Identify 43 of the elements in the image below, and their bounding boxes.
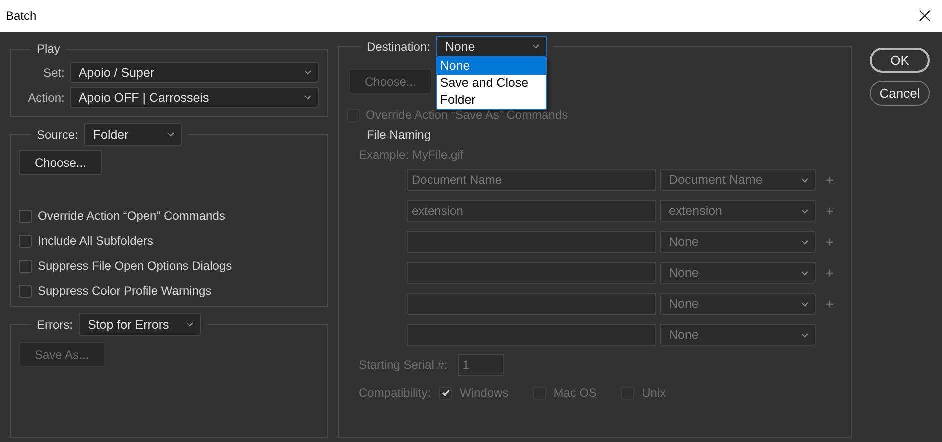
checkbox-label: Unix bbox=[642, 386, 666, 400]
checkbox[interactable] bbox=[19, 284, 32, 298]
action-dropdown[interactable]: Apoio OFF | Carrosseis bbox=[70, 87, 319, 108]
choose-button[interactable]: Choose... bbox=[19, 150, 102, 175]
chevron-down-icon bbox=[801, 302, 809, 306]
chevron-down-icon bbox=[801, 332, 809, 338]
source-dropdown[interactable]: Folder bbox=[84, 123, 182, 146]
checkmark-icon bbox=[440, 388, 451, 398]
chevron-down-icon bbox=[304, 70, 312, 75]
action-label: Action: bbox=[27, 90, 65, 104]
section-title: File Naming bbox=[367, 128, 432, 142]
compatibility-label: Compatibility: bbox=[359, 386, 432, 400]
chevron-down-icon bbox=[186, 322, 194, 327]
chevron-down-icon bbox=[801, 208, 809, 214]
dialog-button[interactable]: OK bbox=[870, 48, 930, 73]
set-dropdown[interactable]: Apoio / Super bbox=[70, 62, 319, 83]
chevron-down-icon bbox=[304, 95, 312, 100]
close-icon[interactable] bbox=[919, 10, 931, 22]
set-label: Set: bbox=[42, 66, 65, 80]
checkbox-label: Windows bbox=[460, 386, 509, 400]
errors-label: Errors: bbox=[37, 318, 73, 332]
chevron-down-icon bbox=[532, 44, 540, 49]
window-title: Batch bbox=[6, 9, 37, 23]
chevron-down-icon bbox=[801, 178, 809, 182]
example-text: Example: MyFile.gif bbox=[359, 148, 465, 162]
checkbox[interactable] bbox=[19, 210, 32, 222]
checkbox-label: Suppress Color Profile Warnings bbox=[38, 284, 212, 298]
checkbox-label: Include All Subfolders bbox=[38, 234, 154, 248]
chevron-down-icon bbox=[167, 132, 176, 137]
chevron-down-icon bbox=[801, 270, 809, 276]
serial-label: Starting Serial #: bbox=[359, 358, 448, 372]
chevron-down-icon bbox=[801, 240, 809, 244]
destination-label: Destination: bbox=[367, 40, 430, 54]
group-label: Play bbox=[37, 42, 60, 56]
source-label: Source: bbox=[37, 128, 78, 142]
checkbox-label: Override Action “Save As” Commands bbox=[366, 108, 568, 122]
dialog-button[interactable]: Cancel bbox=[870, 81, 930, 106]
checkbox-label: Override Action “Open” Commands bbox=[38, 209, 226, 223]
checkbox[interactable] bbox=[19, 260, 32, 272]
errors-dropdown[interactable]: Stop for Errors bbox=[79, 313, 201, 336]
checkbox-label: Suppress File Open Options Dialogs bbox=[38, 259, 232, 273]
checkbox[interactable] bbox=[19, 234, 32, 248]
checkbox-label: Mac OS bbox=[554, 386, 598, 400]
